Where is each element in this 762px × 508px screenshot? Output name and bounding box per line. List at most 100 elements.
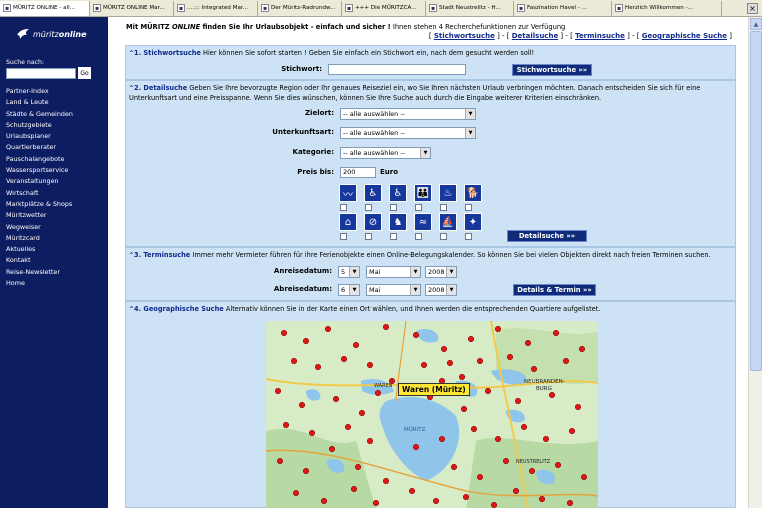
map-pin-icon[interactable] [344, 423, 352, 431]
unterkunftsart-select[interactable]: -- alle auswählen -- ▼ [340, 127, 476, 139]
swimming-checkbox[interactable] [340, 204, 347, 211]
map-pin-icon[interactable] [484, 387, 492, 395]
browser-tab[interactable]: ▪ MÜRITZ ONLINE - all... [0, 0, 90, 16]
map-pin-icon[interactable] [542, 435, 550, 443]
map-pin-icon[interactable] [302, 467, 310, 475]
sidebar-nav-item[interactable]: Reise-Newsletter [6, 268, 73, 279]
section-title[interactable]: 4. Geographische Suche [134, 305, 224, 313]
map-pin-icon[interactable] [324, 325, 332, 333]
vertical-scrollbar[interactable]: ▲ [748, 17, 762, 508]
stichwortsuche-button[interactable]: Stichwortsuche »» [512, 64, 592, 76]
details-termin-button[interactable]: Details & Termin »» [513, 284, 596, 296]
map-pin-icon[interactable] [568, 427, 576, 435]
detailsuche-button[interactable]: Detailsuche »» [507, 230, 587, 242]
sidebar-nav-item[interactable]: Schutzgebiete [6, 121, 73, 132]
map-label-waren[interactable]: Waren (Müritz) [398, 383, 470, 396]
browser-tab[interactable]: ▪ Faszination Havel - ... [514, 0, 612, 16]
sauna-checkbox[interactable] [440, 204, 447, 211]
map-pin-icon[interactable] [528, 467, 536, 475]
map-pin-icon[interactable] [366, 437, 374, 445]
map-pin-icon[interactable] [366, 361, 374, 369]
departure-month-select[interactable]: Mai ▼ [366, 284, 421, 296]
map-pin-icon[interactable] [408, 487, 416, 495]
map-pin-icon[interactable] [502, 457, 510, 465]
map-pin-icon[interactable] [412, 443, 420, 451]
map-pin-icon[interactable] [276, 457, 284, 465]
search-input[interactable] [6, 68, 76, 79]
map-pin-icon[interactable] [578, 345, 586, 353]
scroll-thumb[interactable] [750, 31, 762, 371]
sidebar-nav-item[interactable]: Städte & Gemeinden [6, 110, 73, 121]
map-pin-icon[interactable] [382, 477, 390, 485]
departure-day-select[interactable]: 6 ▼ [338, 284, 360, 296]
section-title[interactable]: 1. Stichwortsuche [134, 49, 201, 57]
map-pin-icon[interactable] [566, 499, 574, 507]
map-pin-icon[interactable] [308, 429, 316, 437]
map-pin-icon[interactable] [580, 473, 588, 481]
map-pin-icon[interactable] [520, 423, 528, 431]
map-pin-icon[interactable] [548, 391, 556, 399]
sidebar-nav-item[interactable]: Veranstaltungen [6, 177, 73, 188]
map-pin-icon[interactable] [372, 499, 380, 507]
map-pin-icon[interactable] [538, 495, 546, 503]
map-pin-icon[interactable] [494, 325, 502, 333]
kategorie-select[interactable]: -- alle auswählen -- ▼ [340, 147, 431, 159]
family-checkbox[interactable] [415, 204, 422, 211]
map-pin-icon[interactable] [554, 461, 562, 469]
map-pin-icon[interactable] [506, 353, 514, 361]
wheelchair-checkbox[interactable] [390, 204, 397, 211]
map-pin-icon[interactable] [462, 493, 470, 501]
map-pin-icon[interactable] [467, 335, 475, 343]
departure-year-select[interactable]: 2008 ▼ [425, 284, 457, 296]
map-pin-icon[interactable] [328, 445, 336, 453]
map-pin-icon[interactable] [340, 355, 348, 363]
map-pin-icon[interactable] [470, 425, 478, 433]
map-pin-icon[interactable] [358, 409, 366, 417]
link-terminsuche[interactable]: Terminsuche [575, 32, 625, 40]
browser-tab[interactable]: ▪ +++ Die MÜRITZCA... [342, 0, 426, 16]
map-pin-icon[interactable] [494, 435, 502, 443]
link-detailsuche[interactable]: Detailsuche [512, 32, 558, 40]
map-pin-icon[interactable] [574, 403, 582, 411]
sidebar-nav-item[interactable]: Marktplätze & Shops [6, 200, 73, 211]
zielort-select[interactable]: -- alle auswählen -- ▼ [340, 108, 476, 120]
map-pin-icon[interactable] [314, 363, 322, 371]
sidebar-nav-item[interactable]: Wegweiser [6, 223, 73, 234]
sidebar-nav-item[interactable]: Land & Leute [6, 98, 73, 109]
map-pin-icon[interactable] [476, 357, 484, 365]
arrival-year-select[interactable]: 2008 ▼ [425, 266, 457, 278]
arrival-day-select[interactable]: 5 ▼ [338, 266, 360, 278]
map-pin-icon[interactable] [562, 357, 570, 365]
map-pin-icon[interactable] [552, 329, 560, 337]
sidebar-nav-item[interactable]: Home [6, 279, 73, 290]
map-pin-icon[interactable] [290, 357, 298, 365]
close-tab-icon[interactable]: × [747, 3, 758, 14]
map-pin-icon[interactable] [302, 337, 310, 345]
map-pin-icon[interactable] [382, 323, 390, 331]
map-pin-icon[interactable] [512, 487, 520, 495]
region-map[interactable]: NEUBRANDEN- BURG MÜRITZ NEUSTRELITZ WARE… [266, 321, 598, 508]
map-pin-icon[interactable] [524, 339, 532, 347]
link-geographische-suche[interactable]: Geographische Suche [642, 32, 727, 40]
map-pin-icon[interactable] [460, 405, 468, 413]
map-pin-icon[interactable] [438, 435, 446, 443]
scroll-up-arrow-icon[interactable]: ▲ [750, 18, 762, 30]
playground-checkbox[interactable] [340, 233, 347, 240]
browser-tab[interactable]: ▪ Stadt Neustrelitz - H... [426, 0, 514, 16]
map-pin-icon[interactable] [458, 373, 466, 381]
map-pin-icon[interactable] [476, 473, 484, 481]
preis-input[interactable]: 200 [340, 167, 376, 178]
horse-checkbox[interactable] [390, 233, 397, 240]
map-pin-icon[interactable] [292, 489, 300, 497]
map-pin-icon[interactable] [282, 421, 290, 429]
logo[interactable]: müritzonline [16, 27, 87, 41]
sidebar-nav-item[interactable]: Pauschalangebote [6, 155, 73, 166]
browser-tab[interactable]: ▪ Herzlich Willkommen -... [612, 0, 722, 16]
map-pin-icon[interactable] [514, 397, 522, 405]
sidebar-nav-item[interactable]: Wassersportservice [6, 166, 73, 177]
wheelchair-helper-checkbox[interactable] [365, 204, 372, 211]
sidebar-nav-item[interactable]: Partner-Index [6, 87, 73, 98]
map-pin-icon[interactable] [420, 361, 428, 369]
map-pin-icon[interactable] [332, 395, 340, 403]
map-pin-icon[interactable] [274, 387, 282, 395]
